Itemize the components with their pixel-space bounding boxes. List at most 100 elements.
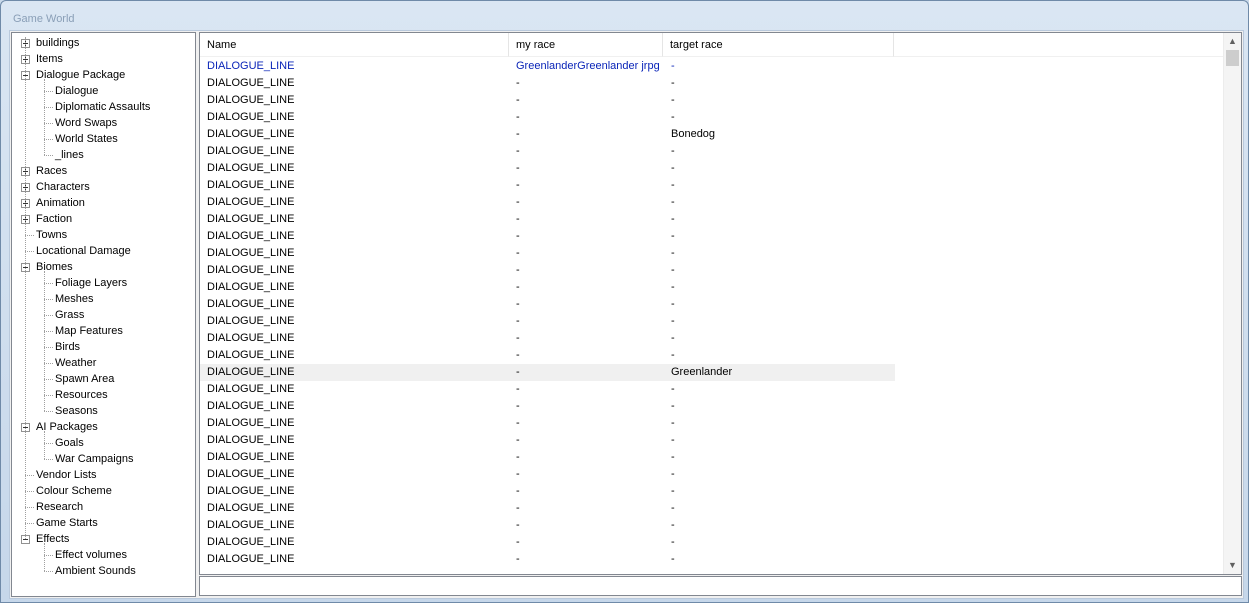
tree-item-races[interactable]: Races	[12, 163, 192, 179]
list-row[interactable]: DIALOGUE_LINE - -	[200, 143, 895, 160]
tree-item-characters[interactable]: Characters	[12, 179, 192, 195]
list-row[interactable]: DIALOGUE_LINE - -	[200, 194, 895, 211]
list-row[interactable]: DIALOGUE_LINE - Bonedog	[200, 126, 895, 143]
tree-item-effect-volumes[interactable]: Effect volumes	[12, 547, 192, 563]
tree-item-faction[interactable]: Faction	[12, 211, 192, 227]
tree-item-locational-damage[interactable]: Locational Damage	[12, 243, 192, 259]
tree-item-biomes[interactable]: Biomes	[12, 259, 192, 275]
tree-item-towns[interactable]: Towns	[12, 227, 192, 243]
tree-item-ai-packages[interactable]: AI Packages	[12, 419, 192, 435]
list-row[interactable]: DIALOGUE_LINE - -	[200, 262, 895, 279]
my-race-cell: -	[516, 162, 520, 174]
list-row[interactable]: DIALOGUE_LINE - -	[200, 415, 895, 432]
category-tree[interactable]: buildings Items Dialogue Package Dialogue Di…	[11, 32, 196, 597]
target-race-cell: -	[671, 536, 675, 548]
tree-item-buildings[interactable]: buildings	[12, 35, 192, 51]
tree-item-weather[interactable]: Weather	[12, 355, 192, 371]
tree-item-goals[interactable]: Goals	[12, 435, 192, 451]
column-header-target-race[interactable]: target race	[663, 33, 894, 57]
list-row[interactable]: DIALOGUE_LINE - -	[200, 330, 895, 347]
tree-item-war-campaigns[interactable]: War Campaigns	[12, 451, 192, 467]
name-cell: DIALOGUE_LINE	[207, 366, 295, 378]
name-cell: DIALOGUE_LINE	[207, 94, 295, 106]
tree-item-seasons[interactable]: Seasons	[12, 403, 192, 419]
target-race-cell: -	[671, 485, 675, 497]
object-list[interactable]: Name my race target race DIALOGUE_LINE Gr…	[199, 32, 1242, 575]
list-row[interactable]: DIALOGUE_LINE - -	[200, 517, 895, 534]
tree-item-dialogue-package[interactable]: Dialogue Package	[12, 67, 192, 83]
list-row[interactable]: DIALOGUE_LINE - -	[200, 228, 895, 245]
list-row[interactable]: DIALOGUE_LINE - -	[200, 534, 895, 551]
target-race-cell: -	[671, 281, 675, 293]
list-row[interactable]: DIALOGUE_LINE - -	[200, 160, 895, 177]
tree-item-word-swaps[interactable]: Word Swaps	[12, 115, 192, 131]
target-race-cell: -	[671, 111, 675, 123]
list-row[interactable]: DIALOGUE_LINE - -	[200, 279, 895, 296]
list-row[interactable]: DIALOGUE_LINE - -	[200, 466, 895, 483]
tree-item-colour-scheme[interactable]: Colour Scheme	[12, 483, 192, 499]
tree-item-ambient-sounds[interactable]: Ambient Sounds	[12, 563, 192, 579]
tree-connector-line	[44, 411, 53, 412]
tree-item-grass[interactable]: Grass	[12, 307, 192, 323]
list-row[interactable]: DIALOGUE_LINE - -	[200, 500, 895, 517]
column-header-name[interactable]: Name	[200, 33, 509, 57]
tree-connector-line	[44, 331, 53, 332]
tree-item-label: Faction	[36, 213, 73, 225]
tree-item-map-features[interactable]: Map Features	[12, 323, 192, 339]
tree-item-label: Animation	[36, 197, 85, 209]
list-row[interactable]: DIALOGUE_LINE - -	[200, 177, 895, 194]
tree-item-research[interactable]: Research	[12, 499, 192, 515]
tree-item-label: Weather	[55, 357, 97, 369]
tree-item-label: Spawn Area	[55, 373, 115, 385]
tree-item-label: Research	[36, 501, 84, 513]
list-row[interactable]: DIALOGUE_LINE - -	[200, 296, 895, 313]
tree-item-game-starts[interactable]: Game Starts	[12, 515, 192, 531]
list-row[interactable]: DIALOGUE_LINE - -	[200, 432, 895, 449]
tree-item-meshes[interactable]: Meshes	[12, 291, 192, 307]
tree-item-vendor-lists[interactable]: Vendor Lists	[12, 467, 192, 483]
tree-connector-line	[44, 459, 53, 460]
name-cell: DIALOGUE_LINE	[207, 332, 295, 344]
list-row[interactable]: DIALOGUE_LINE - Greenlander	[200, 364, 895, 381]
scroll-down-arrow-icon[interactable]: ▼	[1224, 557, 1241, 574]
list-row[interactable]: DIALOGUE_LINE - -	[200, 398, 895, 415]
target-race-cell: -	[671, 77, 675, 89]
list-row[interactable]: DIALOGUE_LINE GreenlanderGreenlander jrpg…	[200, 58, 895, 75]
tree-item-effects[interactable]: Effects	[12, 531, 192, 547]
scroll-up-arrow-icon[interactable]: ▲	[1224, 33, 1241, 50]
tree-item-birds[interactable]: Birds	[12, 339, 192, 355]
target-race-cell: -	[671, 315, 675, 327]
name-cell: DIALOGUE_LINE	[207, 468, 295, 480]
tree-item-foliage-layers[interactable]: Foliage Layers	[12, 275, 192, 291]
tree-item-label: Effects	[36, 533, 70, 545]
tree-connector-line	[44, 299, 53, 300]
tree-item-items[interactable]: Items	[12, 51, 192, 67]
list-row[interactable]: DIALOGUE_LINE - -	[200, 381, 895, 398]
tree-item-world-states[interactable]: World States	[12, 131, 192, 147]
list-row[interactable]: DIALOGUE_LINE - -	[200, 551, 895, 568]
tree-item-label: Seasons	[55, 405, 98, 417]
name-cell: DIALOGUE_LINE	[207, 400, 295, 412]
list-row[interactable]: DIALOGUE_LINE - -	[200, 211, 895, 228]
list-row[interactable]: DIALOGUE_LINE - -	[200, 483, 895, 500]
scrollbar-thumb[interactable]	[1226, 50, 1239, 66]
list-row[interactable]: DIALOGUE_LINE - -	[200, 313, 895, 330]
list-row[interactable]: DIALOGUE_LINE - -	[200, 347, 895, 364]
list-row[interactable]: DIALOGUE_LINE - -	[200, 449, 895, 466]
my-race-cell: -	[516, 128, 520, 140]
column-header-my-race[interactable]: my race	[509, 33, 663, 57]
list-row[interactable]: DIALOGUE_LINE - -	[200, 75, 895, 92]
tree-item-spawn-area[interactable]: Spawn Area	[12, 371, 192, 387]
my-race-cell: -	[516, 417, 520, 429]
list-row[interactable]: DIALOGUE_LINE - -	[200, 92, 895, 109]
list-row[interactable]: DIALOGUE_LINE - -	[200, 245, 895, 262]
list-vertical-scrollbar[interactable]: ▲ ▼	[1223, 33, 1241, 574]
tree-item-diplomatic-assaults[interactable]: Diplomatic Assaults	[12, 99, 192, 115]
tree-item-dialogue[interactable]: Dialogue	[12, 83, 192, 99]
tree-item-lines[interactable]: _lines	[12, 147, 192, 163]
list-row[interactable]: DIALOGUE_LINE - -	[200, 109, 895, 126]
tree-item-label: World States	[55, 133, 118, 145]
tree-item-animation[interactable]: Animation	[12, 195, 192, 211]
my-race-cell: -	[516, 145, 520, 157]
tree-item-resources[interactable]: Resources	[12, 387, 192, 403]
